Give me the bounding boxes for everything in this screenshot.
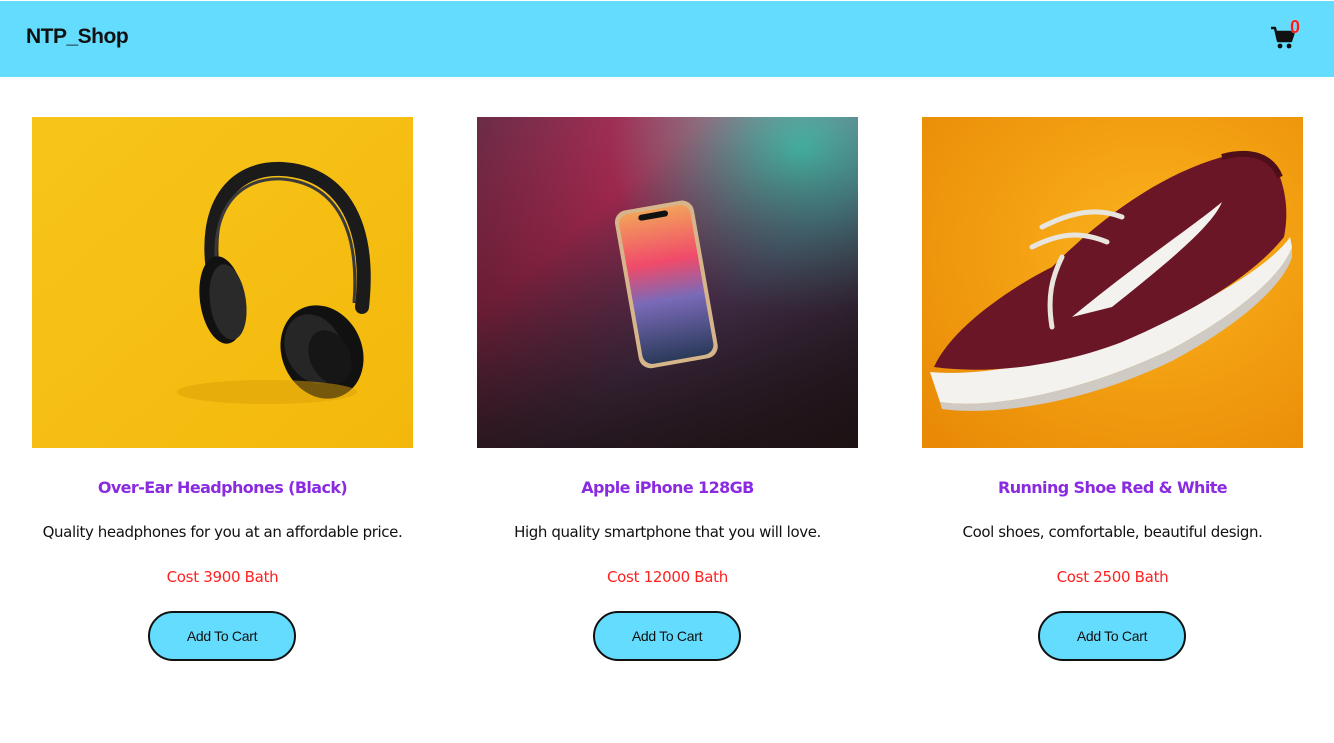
navbar: NTP_Shop 0 bbox=[0, 0, 1334, 77]
add-to-cart-button[interactable]: Add To Cart bbox=[593, 611, 741, 661]
cart-count-badge: 0 bbox=[1290, 17, 1301, 37]
product-image-shoe bbox=[922, 117, 1303, 448]
product-description: Quality headphones for you at an afforda… bbox=[42, 523, 403, 541]
product-price: Cost 2500 Bath bbox=[1056, 568, 1169, 586]
product-description: High quality smartphone that you will lo… bbox=[514, 523, 821, 541]
product-price: Cost 12000 Bath bbox=[607, 568, 728, 586]
product-card-headphones: Over-Ear Headphones (Black) Quality head… bbox=[32, 117, 413, 677]
brand-logo[interactable]: NTP_Shop bbox=[26, 25, 129, 49]
product-price: Cost 3900 Bath bbox=[166, 568, 279, 586]
product-description: Cool shoes, comfortable, beautiful desig… bbox=[962, 523, 1263, 541]
add-to-cart-button[interactable]: Add To Cart bbox=[148, 611, 296, 661]
product-image-headphones bbox=[32, 117, 413, 448]
product-title: Over-Ear Headphones (Black) bbox=[97, 478, 348, 497]
product-card-iphone: Apple iPhone 128GB High quality smartpho… bbox=[477, 117, 858, 677]
cart-button[interactable]: 0 bbox=[1268, 17, 1308, 59]
add-to-cart-button[interactable]: Add To Cart bbox=[1038, 611, 1186, 661]
product-title: Apple iPhone 128GB bbox=[581, 478, 754, 497]
product-card-shoe: Running Shoe Red & White Cool shoes, com… bbox=[922, 117, 1303, 677]
product-image-iphone bbox=[477, 117, 858, 448]
product-title: Running Shoe Red & White bbox=[997, 478, 1228, 497]
